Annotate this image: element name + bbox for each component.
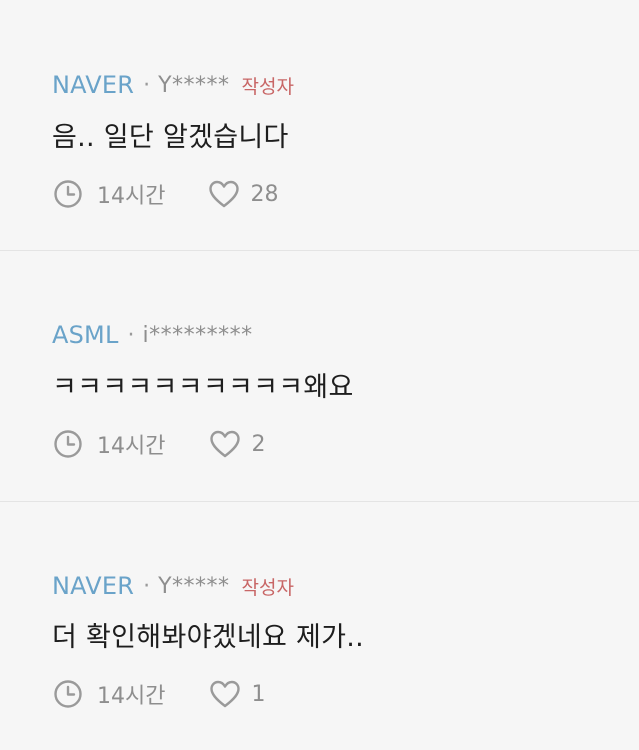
clock-icon: [54, 680, 82, 708]
comment-item: NAVER · Y***** 작성자 음.. 일단 알겠습니다 14시간 28: [0, 0, 639, 250]
author-badge: 작성자: [241, 576, 294, 599]
author-badge: 작성자: [241, 75, 294, 98]
comment-footer: 14시간 28: [53, 177, 278, 211]
comment-meta: ASML · i*********: [52, 320, 253, 350]
stock-link[interactable]: ASML: [52, 321, 119, 349]
comment-footer: 14시간 2: [53, 427, 265, 461]
username[interactable]: Y*****: [158, 574, 229, 599]
heart-icon[interactable]: [209, 429, 241, 459]
comment-time: 14시간: [97, 434, 166, 459]
stock-link[interactable]: NAVER: [52, 572, 134, 600]
meta-separator: ·: [143, 72, 151, 98]
meta-separator: ·: [143, 573, 151, 599]
comment-footer: 14시간 1: [53, 677, 265, 711]
like-count: 2: [251, 431, 266, 457]
heart-icon[interactable]: [209, 679, 241, 709]
clock-icon: [54, 430, 82, 458]
comment-feed: NAVER · Y***** 작성자 음.. 일단 알겠습니다 14시간 28 …: [0, 0, 639, 750]
like-count: 1: [251, 681, 266, 707]
comment-text[interactable]: ㅋㅋㅋㅋㅋㅋㅋㅋㅋㅋ왜요: [52, 365, 354, 404]
comment-text[interactable]: 음.. 일단 알겠습니다: [52, 115, 289, 154]
comment-meta: NAVER · Y***** 작성자: [52, 70, 294, 100]
comment-item: ASML · i********* ㅋㅋㅋㅋㅋㅋㅋㅋㅋㅋ왜요 14시간 2: [0, 251, 639, 501]
comment-time: 14시간: [97, 184, 166, 209]
meta-separator: ·: [127, 322, 135, 348]
username[interactable]: Y*****: [158, 73, 229, 98]
comment-item: NAVER · Y***** 작성자 더 확인해봐야겠네요 제가.. 14시간 …: [0, 502, 639, 750]
comment-meta: NAVER · Y***** 작성자: [52, 571, 294, 601]
username[interactable]: i*********: [143, 323, 253, 348]
stock-link[interactable]: NAVER: [52, 71, 134, 99]
clock-icon: [54, 180, 82, 208]
like-count: 28: [250, 181, 279, 207]
comment-text[interactable]: 더 확인해봐야겠네요 제가..: [52, 615, 364, 654]
comment-time: 14시간: [97, 684, 166, 709]
heart-icon[interactable]: [208, 179, 240, 209]
